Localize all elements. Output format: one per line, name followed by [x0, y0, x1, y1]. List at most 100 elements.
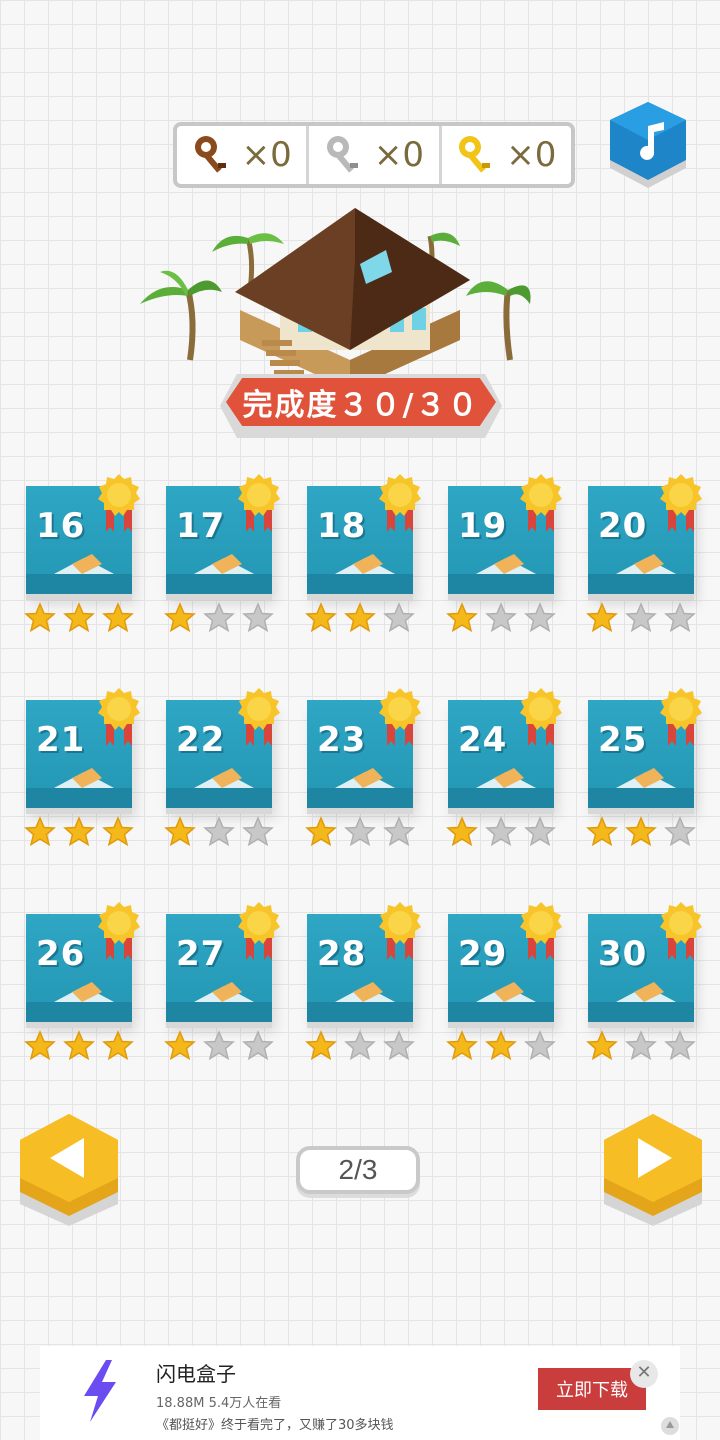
- star-empty-icon: [203, 602, 235, 633]
- star-filled-icon: [102, 816, 134, 847]
- star-filled-icon: [446, 1030, 478, 1061]
- star-rating: [586, 816, 696, 848]
- star-rating: [446, 816, 556, 848]
- level-29-button[interactable]: 29: [446, 900, 562, 1066]
- palm-tree-right: [466, 281, 531, 361]
- completion-label: 完成度３０/３０: [226, 378, 496, 426]
- star-empty-icon: [524, 602, 556, 633]
- star-empty-icon: [625, 602, 657, 633]
- ad-title: 闪电盒子: [156, 1362, 236, 1386]
- star-filled-icon: [102, 602, 134, 633]
- bronze-key-slot: ×0: [177, 126, 310, 184]
- star-empty-icon: [203, 816, 235, 847]
- star-rating: [24, 816, 134, 848]
- star-filled-icon: [446, 816, 478, 847]
- star-empty-icon: [524, 816, 556, 847]
- star-filled-icon: [164, 816, 196, 847]
- gold-medal-icon: [379, 474, 421, 532]
- gold-medal-icon: [520, 688, 562, 746]
- level-27-button[interactable]: 27: [164, 900, 280, 1066]
- star-rating: [446, 1030, 556, 1062]
- star-filled-icon: [63, 602, 95, 633]
- gold-medal-icon: [660, 474, 702, 532]
- level-item-illustration: [194, 982, 254, 1022]
- silver-key-slot: ×0: [309, 126, 442, 184]
- level-item-illustration: [194, 554, 254, 594]
- star-rating: [446, 602, 556, 634]
- star-filled-icon: [305, 816, 337, 847]
- gold-medal-icon: [238, 902, 280, 960]
- ad-close-button[interactable]: ✕: [630, 1360, 658, 1388]
- star-empty-icon: [664, 602, 696, 633]
- level-21-button[interactable]: 21: [24, 686, 140, 852]
- star-filled-icon: [24, 1030, 56, 1061]
- level-item-illustration: [335, 982, 395, 1022]
- level-item-illustration: [54, 982, 114, 1022]
- star-empty-icon: [242, 816, 274, 847]
- star-empty-icon: [242, 1030, 274, 1061]
- gold-medal-icon: [660, 688, 702, 746]
- ad-meta: 18.88M 5.4万人在看: [156, 1396, 282, 1411]
- palm-tree-left: [140, 270, 222, 361]
- star-rating: [305, 602, 415, 634]
- level-26-button[interactable]: 26: [24, 900, 140, 1066]
- silver-key-icon: [326, 136, 358, 173]
- star-rating: [164, 602, 274, 634]
- star-empty-icon: [203, 1030, 235, 1061]
- level-20-button[interactable]: 20: [586, 472, 702, 638]
- level-24-button[interactable]: 24: [446, 686, 562, 852]
- beach-house-illustration: [140, 208, 531, 390]
- star-filled-icon: [586, 816, 618, 847]
- level-25-button[interactable]: 25: [586, 686, 702, 852]
- level-28-button[interactable]: 28: [305, 900, 421, 1066]
- star-filled-icon: [63, 816, 95, 847]
- star-filled-icon: [344, 602, 376, 633]
- star-filled-icon: [586, 1030, 618, 1061]
- star-rating: [164, 1030, 274, 1062]
- star-rating: [24, 602, 134, 634]
- completion-banner: 完成度３０/３０: [220, 374, 502, 438]
- star-filled-icon: [63, 1030, 95, 1061]
- star-filled-icon: [24, 602, 56, 633]
- next-page-button[interactable]: [598, 1108, 708, 1228]
- gold-medal-icon: [520, 474, 562, 532]
- star-filled-icon: [102, 1030, 134, 1061]
- music-toggle-button[interactable]: [606, 100, 690, 196]
- level-item-illustration: [616, 982, 676, 1022]
- star-rating: [586, 602, 696, 634]
- star-filled-icon: [305, 602, 337, 633]
- star-filled-icon: [446, 602, 478, 633]
- level-item-illustration: [616, 554, 676, 594]
- ad-banner[interactable]: 闪电盒子 18.88M 5.4万人在看 《都挺好》终于看完了，又赚了30多块钱 …: [40, 1346, 680, 1440]
- gold-medal-icon: [98, 474, 140, 532]
- level-item-illustration: [54, 768, 114, 808]
- gold-key-icon: [459, 136, 491, 173]
- level-23-button[interactable]: 23: [305, 686, 421, 852]
- star-empty-icon: [664, 816, 696, 847]
- level-item-illustration: [194, 768, 254, 808]
- level-19-button[interactable]: 19: [446, 472, 562, 638]
- star-empty-icon: [625, 1030, 657, 1061]
- star-empty-icon: [664, 1030, 696, 1061]
- level-22-button[interactable]: 22: [164, 686, 280, 852]
- star-empty-icon: [344, 1030, 376, 1061]
- level-16-button[interactable]: 16: [24, 472, 140, 638]
- keys-bar: ×0 ×0 ×0: [173, 122, 575, 188]
- level-18-button[interactable]: 18: [305, 472, 421, 638]
- star-empty-icon: [242, 602, 274, 633]
- gold-medal-icon: [98, 688, 140, 746]
- gold-medal-icon: [379, 688, 421, 746]
- level-item-illustration: [476, 768, 536, 808]
- gold-medal-icon: [238, 688, 280, 746]
- level-item-illustration: [476, 982, 536, 1022]
- star-filled-icon: [164, 1030, 196, 1061]
- previous-page-button[interactable]: [14, 1108, 124, 1228]
- star-filled-icon: [586, 602, 618, 633]
- gold-medal-icon: [238, 474, 280, 532]
- level-17-button[interactable]: 17: [164, 472, 280, 638]
- gold-medal-icon: [98, 902, 140, 960]
- lightning-bolt-icon: [84, 1360, 116, 1422]
- level-item-illustration: [335, 768, 395, 808]
- bronze-key-count: ×0: [241, 135, 292, 175]
- level-30-button[interactable]: 30: [586, 900, 702, 1066]
